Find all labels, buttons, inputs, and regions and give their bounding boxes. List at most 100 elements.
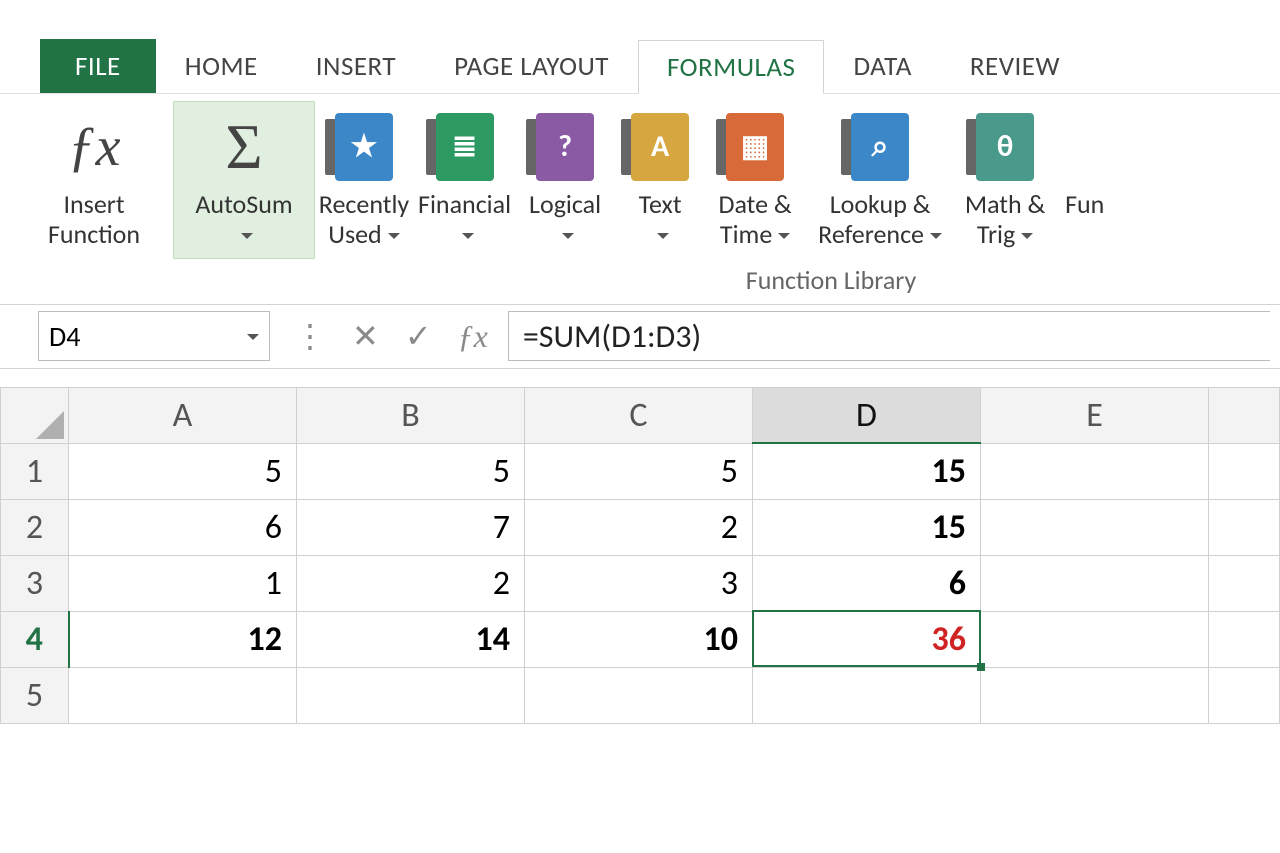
cell-C5[interactable] (525, 667, 753, 723)
cell-D2[interactable]: 15 (753, 499, 981, 555)
math-trig-button[interactable]: θ Math & Trig (955, 102, 1055, 258)
date-time-button[interactable]: ▦ Date & Time (705, 102, 805, 258)
label: AutoSum (195, 190, 292, 220)
grid[interactable]: A B C D E 1 5 5 5 15 2 6 7 2 15 3 1 2 (0, 387, 1280, 724)
spreadsheet: A B C D E 1 5 5 5 15 2 6 7 2 15 3 1 2 (0, 387, 1280, 724)
tab-file[interactable]: FILE (40, 39, 156, 93)
tab-review[interactable]: REVIEW (941, 39, 1089, 93)
cell-E5[interactable] (981, 667, 1209, 723)
cell-D3[interactable]: 6 (753, 555, 981, 611)
row-4[interactable]: 4 12 14 10 36 (1, 611, 1280, 667)
cell-E2[interactable] (981, 499, 1209, 555)
search-icon: ⌕ (851, 113, 909, 181)
fill-handle[interactable] (977, 663, 985, 671)
cell-B1[interactable]: 5 (297, 443, 525, 499)
cell-C3[interactable]: 3 (525, 555, 753, 611)
dropdown-caret-icon (456, 220, 474, 250)
label: Reference (818, 218, 924, 250)
formula-text: =SUM(D1:D3) (523, 317, 701, 356)
label: Lookup & (830, 190, 931, 220)
cell-B3[interactable]: 2 (297, 555, 525, 611)
star-icon: ★ (335, 113, 393, 181)
cell-D4[interactable]: 36 (753, 611, 981, 667)
cell-C2[interactable]: 2 (525, 499, 753, 555)
row-header-2[interactable]: 2 (1, 499, 69, 555)
ribbon-tabs: FILE HOME INSERT PAGE LAYOUT FORMULAS DA… (0, 40, 1280, 94)
dropdown-caret-icon (235, 220, 253, 250)
label: Logical (529, 190, 601, 220)
question-icon: ? (536, 113, 594, 181)
cell-A1[interactable]: 5 (69, 443, 297, 499)
enter-icon[interactable]: ✓ (405, 317, 432, 356)
col-header-B[interactable]: B (297, 387, 525, 443)
cell-B5[interactable] (297, 667, 525, 723)
row-header-5[interactable]: 5 (1, 667, 69, 723)
financial-button[interactable]: ≣ Financial (414, 102, 515, 258)
cell-E3[interactable] (981, 555, 1209, 611)
cell-A4[interactable]: 12 (69, 611, 297, 667)
fx-icon[interactable]: ƒx (458, 318, 488, 355)
row-header-1[interactable]: 1 (1, 443, 69, 499)
cell-A2[interactable]: 6 (69, 499, 297, 555)
row-header-3[interactable]: 3 (1, 555, 69, 611)
tab-page-layout[interactable]: PAGE LAYOUT (425, 39, 638, 93)
dropdown-caret-icon (556, 220, 574, 250)
label: Financial (418, 190, 511, 220)
cell-C1[interactable]: 5 (525, 443, 753, 499)
fx-icon: ƒx (68, 115, 121, 179)
cancel-icon[interactable]: ✕ (352, 317, 379, 356)
label: Text (639, 190, 682, 220)
ribbon-group-label: Function Library (14, 264, 1268, 296)
row-5[interactable]: 5 (1, 667, 1280, 723)
row-header-4[interactable]: 4 (1, 611, 69, 667)
label: Trig (977, 218, 1015, 250)
col-header-C[interactable]: C (525, 387, 753, 443)
name-box[interactable]: D4 (38, 311, 270, 361)
autosum-button[interactable]: Σ AutoSum (174, 102, 314, 258)
coins-icon: ≣ (436, 113, 494, 181)
theta-icon: θ (976, 113, 1034, 181)
label: Fun (1065, 190, 1104, 220)
label: Function (48, 220, 140, 250)
insert-function-button[interactable]: ƒx Insert Function (14, 102, 174, 258)
col-header-E[interactable]: E (981, 387, 1209, 443)
row-2[interactable]: 2 6 7 2 15 (1, 499, 1280, 555)
cell-D5[interactable] (753, 667, 981, 723)
label: Insert (63, 190, 124, 220)
tab-insert[interactable]: INSERT (287, 39, 425, 93)
lookup-reference-button[interactable]: ⌕ Lookup & Reference (805, 102, 955, 258)
col-header-extra[interactable] (1209, 387, 1280, 443)
cell-A5[interactable] (69, 667, 297, 723)
text-a-icon: A (631, 113, 689, 181)
col-header-D[interactable]: D (753, 387, 981, 443)
cell-E1[interactable] (981, 443, 1209, 499)
dropdown-caret-icon[interactable] (247, 319, 259, 354)
cell-A3[interactable]: 1 (69, 555, 297, 611)
sigma-icon: Σ (225, 110, 262, 184)
label: Date & (718, 190, 791, 220)
select-all-corner[interactable] (1, 387, 69, 443)
tab-home[interactable]: HOME (156, 39, 287, 93)
dropdown-caret-icon (1015, 218, 1033, 250)
customize-icon[interactable]: ⋮ (294, 317, 326, 356)
cell-D1[interactable]: 15 (753, 443, 981, 499)
dropdown-caret-icon (772, 218, 790, 250)
formula-input[interactable]: =SUM(D1:D3) (508, 311, 1270, 361)
row-1[interactable]: 1 5 5 5 15 (1, 443, 1280, 499)
cell-B2[interactable]: 7 (297, 499, 525, 555)
formula-bar: D4 ⋮ ✕ ✓ ƒx =SUM(D1:D3) (0, 305, 1280, 369)
cell-C4[interactable]: 10 (525, 611, 753, 667)
col-header-A[interactable]: A (69, 387, 297, 443)
tab-data[interactable]: DATA (824, 39, 940, 93)
more-functions-button[interactable]: Fun (1055, 102, 1108, 228)
dropdown-caret-icon (924, 218, 942, 250)
cell-B4[interactable]: 14 (297, 611, 525, 667)
calendar-icon: ▦ (726, 113, 784, 181)
logical-button[interactable]: ? Logical (515, 102, 615, 258)
text-button[interactable]: A Text (615, 102, 705, 258)
dropdown-caret-icon (651, 220, 669, 250)
tab-formulas[interactable]: FORMULAS (638, 40, 825, 94)
row-3[interactable]: 3 1 2 3 6 (1, 555, 1280, 611)
cell-E4[interactable] (981, 611, 1209, 667)
recently-used-button[interactable]: ★ Recently Used (314, 102, 414, 258)
